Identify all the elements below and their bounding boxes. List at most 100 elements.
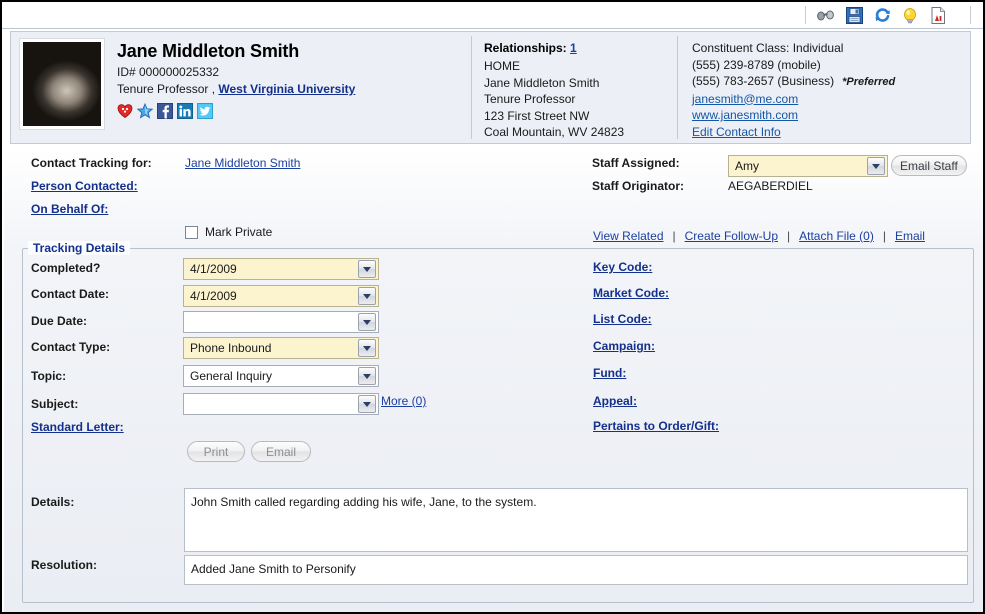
email-link-action[interactable]: Email (895, 229, 925, 243)
attach-file-link[interactable]: Attach File (0) (799, 229, 874, 243)
more-link[interactable]: More (0) (381, 394, 426, 408)
key-code-row: Key Code: (593, 260, 652, 274)
chevron-down-icon[interactable] (358, 339, 376, 357)
constituent-header-card: Jane Middleton Smith ID# 000000025332 Te… (10, 31, 971, 144)
chevron-down-icon[interactable] (358, 260, 376, 278)
edit-contact-info-link[interactable]: Edit Contact Info (692, 125, 781, 139)
save-icon[interactable] (844, 5, 864, 25)
resolution-textarea[interactable] (184, 555, 968, 585)
contact-tracking-for-value: Jane Middleton Smith (185, 156, 300, 170)
chevron-down-icon[interactable] (358, 287, 376, 305)
star-icon[interactable] (136, 102, 154, 119)
email-link[interactable]: janesmith@me.com (692, 92, 798, 106)
website-row: www.janesmith.com (692, 107, 970, 124)
relationships-label: Relationships: (484, 41, 567, 55)
fund-row: Fund: (593, 366, 626, 380)
twitter-icon[interactable] (197, 103, 213, 119)
on-behalf-of-link[interactable]: On Behalf Of: (31, 202, 108, 216)
contact-tracking-for-link[interactable]: Jane Middleton Smith (185, 156, 300, 170)
link-separator: | (672, 229, 676, 243)
person-contacted-link[interactable]: Person Contacted: (31, 179, 138, 193)
completed-label: Completed? (31, 261, 101, 275)
details-label: Details: (31, 495, 75, 509)
link-separator: | (882, 229, 886, 243)
facebook-icon[interactable] (157, 103, 173, 119)
organization-link[interactable]: West Virginia University (218, 82, 355, 96)
chevron-down-icon[interactable] (867, 157, 885, 175)
action-links-row: View Related | Create Follow-Up | Attach… (593, 229, 925, 243)
contact-type-label: Contact Type: (31, 340, 111, 354)
relationship-line: Tenure Professor (484, 92, 576, 106)
contact-date-label: Contact Date: (31, 287, 110, 301)
completed-date-select[interactable]: 4/1/2009 (183, 258, 379, 280)
linkedin-icon[interactable] (177, 103, 193, 119)
key-code-link[interactable]: Key Code: (593, 260, 652, 274)
page-title: Jane Middleton Smith (117, 41, 300, 61)
due-date-select[interactable] (183, 311, 379, 333)
standard-letter-link[interactable]: Standard Letter: (31, 420, 124, 434)
relationships-panel: Relationships: 1 HOME Jane Middleton Smi… (472, 32, 677, 143)
email-button[interactable]: Email (251, 441, 312, 462)
contact-tracking-for-label: Contact Tracking for: (31, 156, 152, 170)
email-row: janesmith@me.com (692, 91, 970, 108)
staff-originator-value: AEGABERDIEL (728, 179, 813, 193)
contact-date-value: 4/1/2009 (190, 289, 237, 303)
top-toolbar (2, 2, 983, 29)
view-related-link[interactable]: View Related (593, 229, 664, 243)
relationship-line: HOME (484, 59, 520, 73)
chevron-down-icon[interactable] (358, 313, 376, 331)
avatar-photo (23, 42, 101, 126)
staff-assigned-label: Staff Assigned: (592, 156, 680, 170)
phone-mobile: (555) 239-8789 (mobile) (692, 57, 821, 72)
chevron-down-icon[interactable] (358, 395, 376, 413)
favorite-heart-icon[interactable] (117, 103, 133, 119)
pertains-to-order-gift-row: Pertains to Order/Gift: (593, 419, 719, 433)
campaign-link[interactable]: Campaign: (593, 339, 655, 353)
toolbar-divider (805, 6, 806, 24)
on-behalf-of-row: On Behalf Of: (31, 202, 108, 216)
contact-type-select[interactable]: Phone Inbound (183, 337, 379, 359)
completed-date-value: 4/1/2009 (190, 262, 237, 276)
topic-value: General Inquiry (190, 369, 273, 383)
appeal-link[interactable]: Appeal: (593, 394, 637, 408)
details-textarea[interactable] (184, 488, 968, 552)
mark-private-checkbox[interactable] (185, 225, 198, 239)
refresh-icon[interactable] (872, 5, 892, 25)
lightbulb-icon[interactable] (900, 5, 920, 25)
print-button[interactable]: Print (187, 441, 245, 462)
preferred-marker: *Preferred (842, 76, 896, 88)
mark-private-row: Mark Private (185, 225, 272, 239)
contact-date-select[interactable]: 4/1/2009 (183, 285, 379, 307)
toolbar-divider-end (970, 6, 971, 24)
report-icon[interactable] (928, 5, 948, 25)
pertains-to-order-gift-link[interactable]: Pertains to Order/Gift: (593, 419, 719, 433)
link-separator: | (787, 229, 791, 243)
email-staff-button[interactable]: Email Staff (891, 155, 967, 176)
chevron-down-icon[interactable] (358, 367, 376, 385)
contact-type-value: Phone Inbound (190, 341, 272, 355)
phone-business-row: (555) 783-2657 (Business) *Preferred (692, 73, 970, 91)
staff-originator-label: Staff Originator: (592, 179, 684, 193)
tracking-details-legend: Tracking Details (28, 241, 131, 255)
staff-assigned-select[interactable]: Amy (728, 155, 888, 177)
website-link[interactable]: www.janesmith.com (692, 108, 798, 122)
topic-label: Topic: (31, 369, 67, 383)
list-code-link[interactable]: List Code: (593, 312, 652, 326)
topic-select[interactable]: General Inquiry (183, 365, 379, 387)
constituent-class: Constituent Class: Individual (692, 41, 844, 55)
constituent-id: ID# 000000025332 (117, 65, 220, 79)
edit-contact-info-row: Edit Contact Info (692, 124, 970, 141)
appeal-row: Appeal: (593, 394, 637, 408)
fund-link[interactable]: Fund: (593, 366, 626, 380)
create-follow-up-link[interactable]: Create Follow-Up (685, 229, 778, 243)
person-contacted-row: Person Contacted: (31, 179, 138, 193)
subject-label: Subject: (31, 397, 79, 411)
list-code-row: List Code: (593, 312, 652, 326)
subject-select[interactable] (183, 393, 379, 415)
social-icons-row (117, 102, 355, 119)
person-job-title: Tenure Professor , (117, 82, 216, 96)
binoculars-icon[interactable] (816, 5, 836, 25)
market-code-row: Market Code: (593, 286, 669, 300)
market-code-link[interactable]: Market Code: (593, 286, 669, 300)
relationships-count-link[interactable]: 1 (570, 41, 577, 55)
